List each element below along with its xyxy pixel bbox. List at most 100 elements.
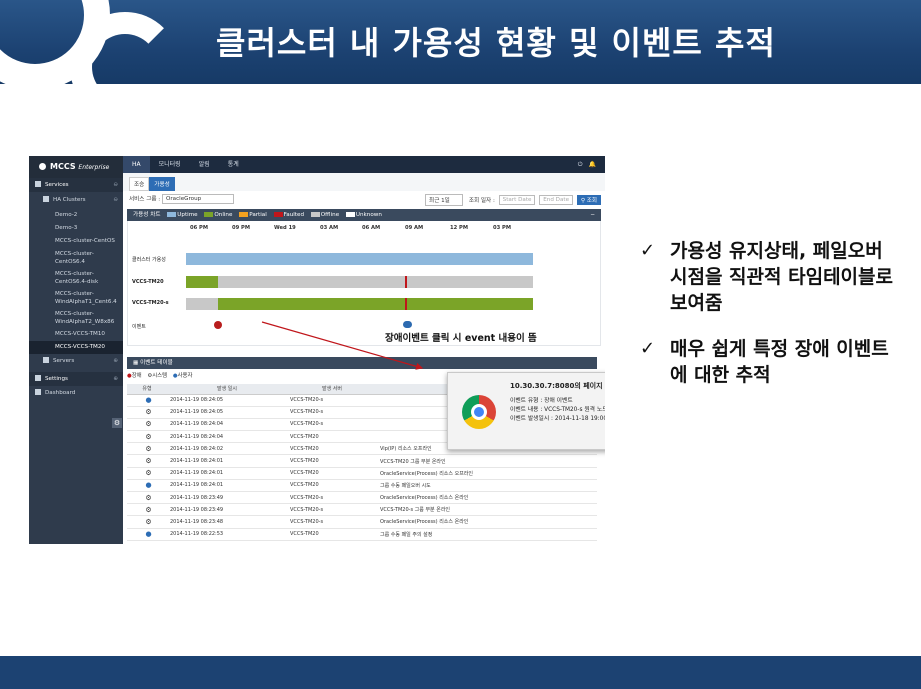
col-type[interactable]: 유형 <box>127 384 167 395</box>
brand-name: MCCS <box>50 162 76 171</box>
row-server-cell: VCCS-TM20 <box>287 430 377 444</box>
table-row[interactable]: ⚙ 2014-11-19 08:23:49 VCCS-TM20-s VCCS-TM20… <box>127 503 597 517</box>
row-msg-cell: VCCS-TM20 그룹 부분 온라인 <box>377 454 597 468</box>
sidebar-item-cluster[interactable]: MCCS-cluster-CentOS6.4-disk <box>29 268 123 288</box>
collapse-icon[interactable]: ⊖ <box>113 192 118 209</box>
gear-icon: ⚙ <box>145 505 152 514</box>
dialog-line: 이벤트 발생일시 : 2014-11-18 19:00:40 <box>510 416 605 422</box>
check-icon: ✓ <box>640 240 656 261</box>
gear-icon: ⚙ <box>145 457 152 466</box>
sidebar-item-services[interactable]: Services ⊖ <box>29 178 123 192</box>
row-server-cell: VCCS-TM20 <box>287 467 377 480</box>
system-filter[interactable]: ⚙시스템 <box>147 373 167 379</box>
row-type-cell: ⚙ <box>127 442 167 456</box>
axis-tick: 09 AM <box>405 225 424 231</box>
sidebar-item-ha-clusters[interactable]: HA Clusters ⊖ <box>29 192 123 209</box>
sidebar-item-dashboard[interactable]: Dashboard <box>29 386 123 400</box>
row-type-cell: ⚙ <box>127 454 167 468</box>
expand-icon[interactable]: ⊕ <box>113 354 118 368</box>
fault-filter[interactable]: ●장애 <box>127 373 142 379</box>
gear-icon: ⚙ <box>145 432 152 441</box>
table-row[interactable]: ⚙ 2014-11-19 08:24:01 VCCS-TM20 VCCS-TM20 그… <box>127 454 597 468</box>
collapse-icon[interactable]: ⊖ <box>113 178 118 192</box>
row-type-cell: ● <box>127 394 167 407</box>
sidebar-settings-icon[interactable]: ⚙ <box>112 418 122 428</box>
table-row[interactable]: ⚙ 2014-11-19 08:23:48 VCCS-TM20-s OracleSer… <box>127 515 597 529</box>
axis-tick: 06 PM <box>190 225 208 231</box>
expand-icon[interactable]: ⊕ <box>113 372 118 386</box>
table-row[interactable]: ● 2014-11-19 08:22:53 VCCS-TM20 그룹 수동 페일 주의… <box>127 528 597 541</box>
sidebar-item-label: Settings <box>45 376 68 382</box>
group-select[interactable]: OracleGroup <box>161 194 234 204</box>
tab-stats[interactable]: 통계 <box>219 156 248 173</box>
sidebar-item-cluster[interactable]: MCCS-VCCS-TM10 <box>29 328 123 341</box>
sidebar-item-cluster[interactable]: MCCS-cluster-WindAlphaT1_Cent6.4 <box>29 288 123 308</box>
bell-icon[interactable]: 🔔 <box>586 156 599 173</box>
bullet-text: 가용성 유지상태, 페일오버 시점을 직관적 타임테이블로 보여줌 <box>670 240 893 314</box>
subtab-status[interactable]: 조승 <box>129 177 150 191</box>
sidebar-item-cluster[interactable]: MCCS-cluster-WindAlphaT2_W8x86 <box>29 308 123 328</box>
col-server[interactable]: 발생 서버 <box>287 384 377 395</box>
collapse-panel-icon[interactable]: − <box>590 209 595 221</box>
row-label: VCCS-TM20 <box>132 279 164 285</box>
bullet-list: ✓ 가용성 유지상태, 페일오버 시점을 직관적 타임테이블로 보여줌 ✓ 매우 쉽… <box>640 238 900 408</box>
sub-tabs: 조승 가용성 <box>123 173 605 191</box>
row-label: 이벤트 <box>132 324 146 330</box>
main-content: HA 모니터링 알림 통계 ⏻ 🔔 조승 가용성 서비스 그룹 : OracleGroup… <box>123 156 605 544</box>
period-select[interactable]: 최근 1일 <box>425 194 464 206</box>
legend-swatch-uptime <box>167 212 177 217</box>
gear-icon: ⚙ <box>145 493 152 502</box>
sidebar-item-cluster[interactable]: MCCS-cluster-CentOS6.4 <box>29 248 123 268</box>
tab-ha[interactable]: HA <box>123 156 150 173</box>
user-icon: ● <box>145 530 152 539</box>
row-type-cell: ⚙ <box>127 418 167 432</box>
end-date-input[interactable]: End Date <box>539 195 574 205</box>
offline-bar-tm20-s <box>186 298 218 310</box>
sidebar-item-cluster[interactable]: Demo-3 <box>29 222 123 235</box>
legend-label-online: Online <box>214 212 233 218</box>
row-type-cell: ⚙ <box>127 467 167 480</box>
axis-tick: 03 PM <box>493 225 511 231</box>
sidebar-item-cluster[interactable]: MCCS-cluster-CentOS <box>29 235 123 248</box>
faulted-mark-tm20[interactable] <box>405 276 407 288</box>
fault-event-marker[interactable] <box>214 321 222 329</box>
row-time-cell: 2014-11-19 08:24:01 <box>167 467 287 480</box>
online-bar-tm20-s <box>218 298 533 310</box>
sidebar-item-cluster-active[interactable]: MCCS-VCCS-TM20 <box>29 341 123 354</box>
row-msg-cell: 그룹 수동 페일 주의 설정 <box>377 528 597 541</box>
row-server-cell: VCCS-TM20 <box>287 454 377 468</box>
row-time-cell: 2014-11-19 08:24:05 <box>167 394 287 407</box>
col-time[interactable]: 발생 일시 <box>167 384 287 395</box>
row-label: VCCS-TM20-s <box>132 300 169 306</box>
sidebar-item-cluster[interactable]: Demo-2 <box>29 209 123 222</box>
sidebar-item-label: HA Clusters <box>53 197 86 203</box>
legend-swatch-online <box>204 212 214 217</box>
row-server-cell: VCCS-TM20-s <box>287 503 377 517</box>
row-server-cell: VCCS-TM20-s <box>287 394 377 407</box>
axis-tick: 12 PM <box>450 225 468 231</box>
legend-label-faulted: Faulted <box>283 212 304 218</box>
system-event-marker[interactable] <box>403 321 412 328</box>
start-date-input[interactable]: Start Date <box>498 195 536 205</box>
search-button[interactable]: ⚲ 조회 <box>576 194 601 205</box>
user-icon: ● <box>145 481 152 490</box>
availability-chart: 06 PM 09 PM Wed 19 03 AM 06 AM 09 AM 12 … <box>127 221 601 346</box>
row-time-cell: 2014-11-19 08:24:01 <box>167 454 287 468</box>
faulted-mark-tm20-s[interactable] <box>405 298 407 310</box>
tab-alerts[interactable]: 알림 <box>190 156 219 173</box>
user-filter[interactable]: ●사용자 <box>173 373 193 379</box>
table-row[interactable]: ⚙ 2014-11-19 08:23:49 VCCS-TM20-s OracleSer… <box>127 491 597 505</box>
system-filter-label: 시스템 <box>152 373 168 379</box>
sidebar-item-servers[interactable]: Servers ⊕ <box>29 354 123 368</box>
axis-tick: 09 PM <box>232 225 250 231</box>
legend-label-unknown: Unknown <box>355 212 382 218</box>
table-row[interactable]: ● 2014-11-19 08:24:01 VCCS-TM20 그룹 수동 페일오버 … <box>127 479 597 493</box>
table-row[interactable]: ⚙ 2014-11-19 08:24:01 VCCS-TM20 OracleServi… <box>127 467 597 480</box>
power-icon[interactable]: ⏻ <box>575 156 586 173</box>
row-time-cell: 2014-11-19 08:24:05 <box>167 406 287 419</box>
row-type-cell: ⚙ <box>127 503 167 517</box>
tab-monitoring[interactable]: 모니터링 <box>150 156 190 173</box>
sidebar-item-settings[interactable]: Settings ⊕ <box>29 372 123 386</box>
subtab-availability[interactable]: 가용성 <box>149 177 175 191</box>
axis-tick: 06 AM <box>362 225 381 231</box>
